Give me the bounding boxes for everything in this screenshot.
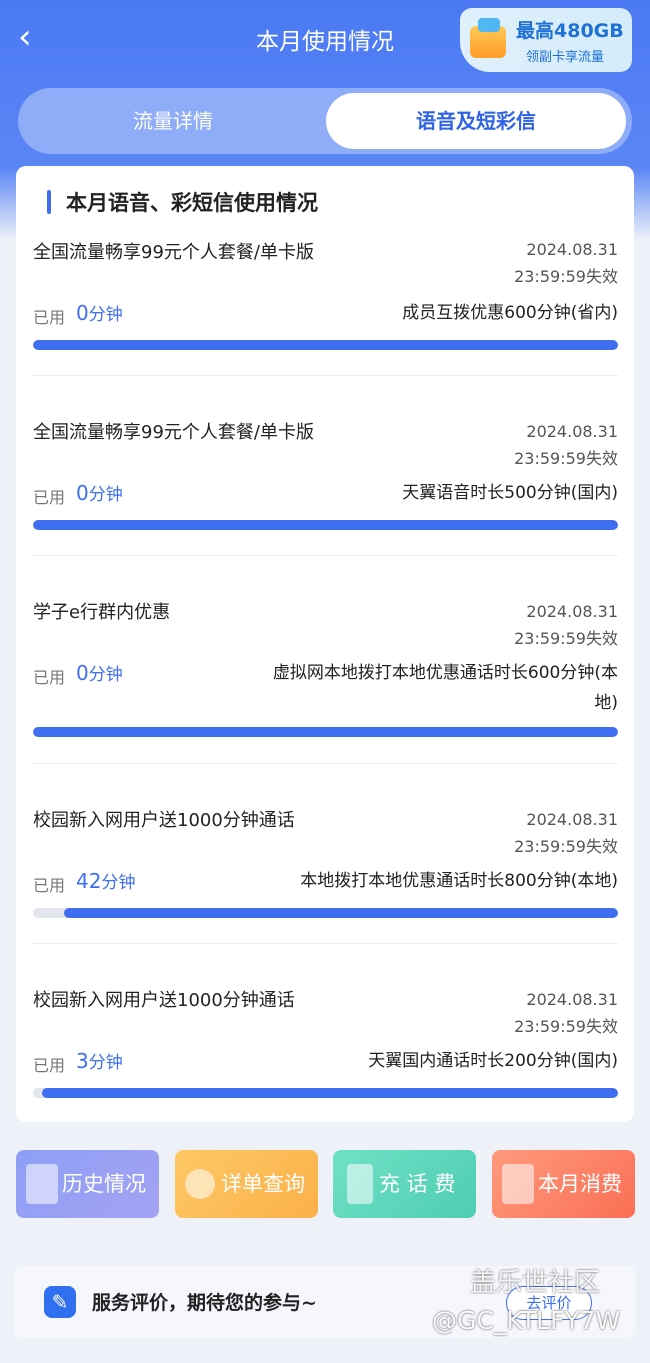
monthly-bill-label: 本月消费 xyxy=(538,1172,622,1196)
expiry-time: 23:59:59失效 xyxy=(514,1017,618,1036)
history-label: 历史情况 xyxy=(62,1172,146,1196)
usage-progress-fill xyxy=(33,340,618,350)
expiry-time: 23:59:59失效 xyxy=(514,629,618,648)
used-amount: 0分钟 xyxy=(76,301,123,325)
usage-card: 本月语音、彩短信使用情况 全国流量畅享99元个人套餐/单卡版 2024.08.3… xyxy=(16,166,634,1122)
recharge-label: 充 话 费 xyxy=(379,1172,456,1196)
detail-query-button[interactable]: 详单查询 xyxy=(175,1150,318,1218)
used-label: 已用 xyxy=(33,308,66,327)
benefit-name: 虚拟网本地拨打本地优惠通话时长600分钟(本 xyxy=(272,663,618,683)
used-amount: 3分钟 xyxy=(76,1049,123,1073)
review-prompt: 服务评价，期待您的参与~ xyxy=(92,1292,317,1314)
expiry-date: 2024.08.31 xyxy=(526,602,618,621)
used-label: 已用 xyxy=(33,1056,66,1075)
gift-box-icon xyxy=(470,18,506,58)
used-amount: 42分钟 xyxy=(76,869,136,893)
usage-item: 全国流量畅享99元个人套餐/单卡版 2024.08.31 23:59:59失效 … xyxy=(16,416,634,596)
expiry-time: 23:59:59失效 xyxy=(514,449,618,468)
usage-progress-fill xyxy=(33,520,618,530)
divider xyxy=(33,555,618,556)
package-name: 全国流量畅享99元个人套餐/单卡版 xyxy=(33,422,314,443)
divider xyxy=(33,943,618,944)
benefit-name: 本地拨打本地优惠通话时长800分钟(本地) xyxy=(300,871,618,891)
used-label: 已用 xyxy=(33,876,66,895)
watermark-line-2: @GC_KTLFY7W xyxy=(432,1306,621,1335)
history-button[interactable]: 历史情况 xyxy=(16,1150,159,1218)
recharge-button[interactable]: 充 话 费 xyxy=(333,1150,476,1218)
expiry-date: 2024.08.31 xyxy=(526,422,618,441)
divider xyxy=(33,375,618,376)
benefit-name: 成员互拨优惠600分钟(省内) xyxy=(402,303,618,323)
expiry-date: 2024.08.31 xyxy=(526,810,618,829)
phone-yuan-icon xyxy=(347,1164,373,1204)
promo-title: 最高480GB xyxy=(516,20,624,42)
benefit-name: 天翼国内通话时长200分钟(国内) xyxy=(368,1051,618,1071)
detail-query-label: 详单查询 xyxy=(221,1172,305,1196)
promo-banner[interactable]: 最高480GB 领副卡享流量 xyxy=(460,8,632,72)
usage-progress-fill xyxy=(63,908,618,918)
tab-voice-sms[interactable]: 语音及短彩信 xyxy=(326,93,626,149)
usage-item: 全国流量畅享99元个人套餐/单卡版 2024.08.31 23:59:59失效 … xyxy=(16,236,634,416)
usage-progress-fill xyxy=(33,727,618,737)
used-label: 已用 xyxy=(33,488,66,507)
used-amount: 0分钟 xyxy=(76,661,123,685)
promo-subtitle: 领副卡享流量 xyxy=(526,50,605,65)
usage-item: 校园新入网用户送1000分钟通话 2024.08.31 23:59:59失效 已… xyxy=(16,984,634,1124)
usage-item: 校园新入网用户送1000分钟通话 2024.08.31 23:59:59失效 已… xyxy=(16,804,634,984)
used-amount: 0分钟 xyxy=(76,481,123,505)
monthly-bill-button[interactable]: 本月消费 xyxy=(492,1150,635,1218)
package-name: 全国流量畅享99元个人套餐/单卡版 xyxy=(33,242,314,263)
usage-progress-bar xyxy=(33,340,618,350)
package-name: 校园新入网用户送1000分钟通话 xyxy=(33,810,295,831)
benefit-name: 天翼语音时长500分钟(国内) xyxy=(402,483,618,503)
expiry-date: 2024.08.31 xyxy=(526,240,618,259)
magnifier-icon xyxy=(185,1169,215,1199)
usage-progress-fill xyxy=(41,1088,618,1098)
usage-progress-bar xyxy=(33,908,618,918)
tab-bar: 流量详情 语音及短彩信 xyxy=(18,88,632,154)
tab-data-details[interactable]: 流量详情 xyxy=(24,93,322,149)
watermark-line-1: 盖乐世社区 xyxy=(470,1268,601,1298)
section-accent-bar xyxy=(47,190,51,214)
package-name: 学子e行群内优惠 xyxy=(33,602,171,623)
usage-progress-bar xyxy=(33,727,618,737)
bill-icon xyxy=(502,1164,534,1204)
expiry-time: 23:59:59失效 xyxy=(514,267,618,286)
package-name: 校园新入网用户送1000分钟通话 xyxy=(33,990,295,1011)
usage-item: 学子e行群内优惠 2024.08.31 23:59:59失效 已用 0分钟 虚拟… xyxy=(16,596,634,806)
benefit-name-continued: 地) xyxy=(594,693,618,713)
edit-icon: ✎ xyxy=(44,1286,76,1318)
usage-progress-bar xyxy=(33,520,618,530)
section-title: 本月语音、彩短信使用情况 xyxy=(66,191,318,215)
divider xyxy=(33,763,618,764)
expiry-date: 2024.08.31 xyxy=(526,990,618,1009)
used-label: 已用 xyxy=(33,668,66,687)
expiry-time: 23:59:59失效 xyxy=(514,837,618,856)
scroll-icon xyxy=(26,1164,58,1204)
quick-actions: 历史情况 详单查询 充 话 费 本月消费 xyxy=(16,1150,636,1218)
usage-progress-bar xyxy=(33,1088,618,1098)
